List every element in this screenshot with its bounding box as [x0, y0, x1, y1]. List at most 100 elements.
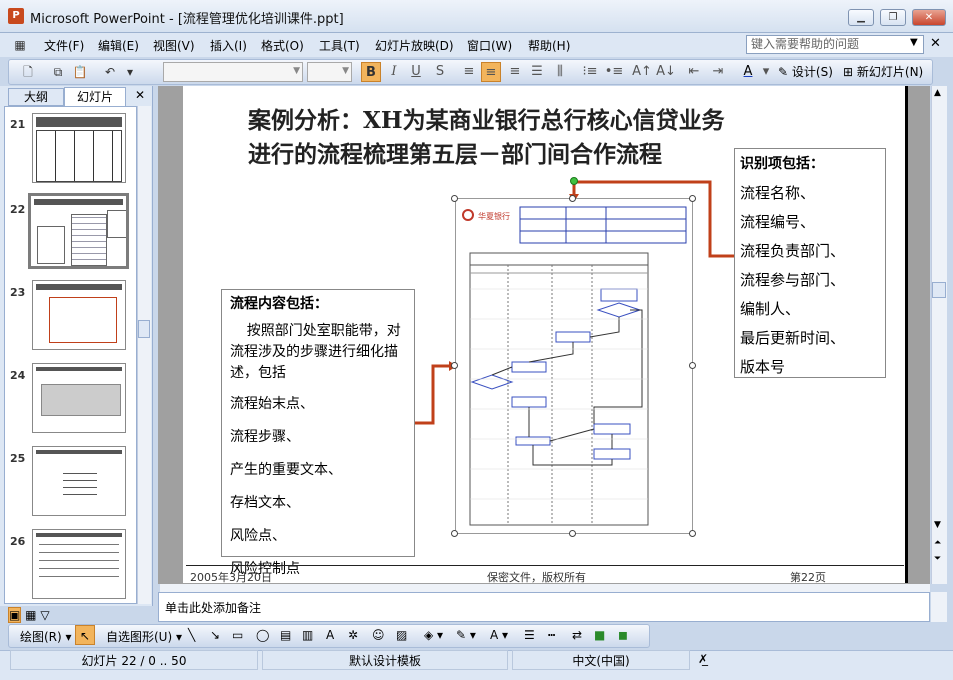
close-document-icon[interactable]: ✕ [930, 36, 941, 51]
resize-handle[interactable] [569, 195, 576, 202]
bold-button[interactable]: B [361, 62, 381, 82]
rectangle-icon[interactable]: ▭ [232, 628, 243, 642]
select-cursor-icon[interactable]: ↖ [75, 625, 95, 645]
align-right-icon[interactable]: ≡ [505, 62, 525, 82]
scrollbar-thumb[interactable] [138, 320, 150, 338]
scrollbar-thumb[interactable] [932, 282, 946, 298]
restore-icon[interactable]: ❐ [880, 9, 906, 26]
bullet-list-icon[interactable]: •≡ [604, 62, 624, 82]
flowchart-image[interactable]: 华夏银行 [455, 198, 693, 534]
menu-edit[interactable]: 编辑(E) [98, 37, 139, 54]
slide-thumbnail-21[interactable] [32, 113, 126, 183]
vertical-scrollbar[interactable] [931, 86, 947, 584]
font-color-icon[interactable]: A ▾ [490, 628, 508, 642]
menu-insert[interactable]: 插入(I) [210, 37, 247, 54]
line-icon[interactable]: ╲ [188, 628, 195, 642]
resize-handle[interactable] [451, 362, 458, 369]
diagram-icon[interactable]: ✲ [348, 628, 358, 642]
slide-thumbnail-25[interactable] [32, 446, 126, 516]
normal-view-icon[interactable]: ▣ [8, 607, 22, 623]
tab-outline[interactable]: 大纲 [8, 88, 64, 106]
slide-title[interactable]: 案例分析：XH为某商业银行总行核心信贷业务 进行的流程梳理第五层－部门间合作流程 [248, 104, 725, 172]
resize-handle[interactable] [451, 530, 458, 537]
next-slide-icon[interactable]: ⏷ [934, 554, 941, 564]
picture-icon[interactable]: ▨ [396, 628, 407, 642]
numbered-list-icon[interactable]: ⁝≡ [580, 62, 600, 82]
menu-help[interactable]: 帮助(H) [528, 37, 570, 54]
underline-button[interactable]: U [406, 62, 426, 82]
menu-slideshow[interactable]: 幻灯片放映(D) [375, 37, 454, 54]
menu-format[interactable]: 格式(O) [261, 37, 304, 54]
decrease-indent-icon[interactable]: ⇤ [684, 62, 704, 82]
slide-thumbnail-24[interactable] [32, 363, 126, 433]
slideshow-icon[interactable]: ▽ [40, 608, 49, 622]
minimize-icon[interactable]: ▁ [848, 9, 874, 26]
design-button[interactable]: ✎ 设计(S) [778, 63, 833, 80]
arrow-style-icon[interactable]: ⇄ [572, 628, 582, 642]
justify-icon[interactable]: ☰ [527, 62, 547, 82]
slide-thumbnail-22[interactable] [28, 193, 129, 269]
powerpoint-icon[interactable]: P [8, 8, 24, 24]
content-textbox[interactable]: 流程内容包括： 按照部门处室职能带，对流程涉及的步骤进行细化描述，包括 流程始末… [221, 289, 415, 577]
tab-slides[interactable]: 幻灯片 [64, 87, 126, 106]
chevron-down-icon[interactable]: ▾ [122, 64, 138, 80]
oval-icon[interactable]: ◯ [256, 628, 269, 642]
autoshapes-button[interactable]: 自选图形(U) ▾ [106, 628, 182, 645]
new-slide-button[interactable]: ⊞ 新幻灯片(N) [843, 63, 923, 80]
notes-input[interactable]: 单击此处添加备注 [158, 592, 930, 622]
clipart-icon[interactable]: ☺ [372, 628, 385, 642]
shadow-style-icon[interactable]: ■ [594, 628, 605, 642]
line-color-icon[interactable]: ✎ ▾ [456, 628, 476, 642]
font-color-icon[interactable]: A [738, 62, 758, 82]
draw-menu-button[interactable]: 绘图(R) ▾ [20, 628, 72, 645]
distribute-icon[interactable]: ⫼ [550, 62, 570, 82]
resize-handle[interactable] [689, 195, 696, 202]
italic-button[interactable]: I [384, 62, 404, 82]
align-center-icon[interactable]: ≡ [481, 62, 501, 82]
new-file-icon[interactable]: 🗋 [20, 64, 36, 80]
resize-handle[interactable] [689, 530, 696, 537]
increase-font-icon[interactable]: A↑ [632, 62, 652, 82]
identification-textbox[interactable]: 识别项包括： 流程名称、 流程编号、 流程负责部门、 流程参与部门、 编制人、 … [734, 148, 886, 378]
document-icon[interactable]: ▦ [12, 37, 28, 53]
menu-tools[interactable]: 工具(T) [319, 37, 360, 54]
copy-icon[interactable]: ⧉ [50, 64, 66, 80]
rotate-handle[interactable] [570, 177, 578, 185]
resize-handle[interactable] [569, 530, 576, 537]
font-size-select[interactable]: ▼ [307, 62, 352, 82]
slide-thumbnail-26[interactable] [32, 529, 126, 599]
resize-handle[interactable] [689, 362, 696, 369]
view-switcher[interactable]: ▣ ▦ ▽ [8, 607, 50, 623]
slide-sorter-icon[interactable]: ▦ [25, 608, 36, 622]
close-icon[interactable]: ✕ [135, 88, 145, 102]
vertical-textbox-icon[interactable]: ▥ [302, 628, 313, 642]
menu-window[interactable]: 窗口(W) [467, 37, 512, 54]
arrow-icon[interactable]: ↘ [210, 628, 220, 642]
scroll-down-icon[interactable]: ▼ [934, 520, 941, 530]
align-left-icon[interactable]: ≡ [459, 62, 479, 82]
paste-icon[interactable]: 📋 [72, 64, 88, 80]
notes-scrollbar[interactable] [931, 592, 947, 622]
menu-file[interactable]: 文件(F) [44, 37, 84, 54]
scroll-up-icon[interactable]: ▲ [934, 88, 941, 98]
menu-view[interactable]: 视图(V) [153, 37, 195, 54]
slide-thumbnail-23[interactable] [32, 280, 126, 350]
font-name-select[interactable]: ▼ [163, 62, 303, 82]
chevron-down-icon[interactable]: ▼ [910, 37, 918, 48]
line-style-icon[interactable]: ☰ [524, 628, 535, 642]
textbox-icon[interactable]: ▤ [280, 628, 291, 642]
resize-handle[interactable] [451, 195, 458, 202]
shadow-button[interactable]: S [430, 62, 450, 82]
fill-color-icon[interactable]: ◈ ▾ [424, 628, 443, 642]
spellcheck-icon[interactable]: ✗̲ [698, 652, 708, 666]
dash-style-icon[interactable]: ┅ [548, 628, 555, 642]
undo-icon[interactable]: ↶ [102, 64, 118, 80]
close-icon[interactable]: ✕ [912, 9, 946, 26]
3d-style-icon[interactable]: ◼ [618, 628, 628, 642]
chevron-down-icon[interactable]: ▾ [756, 62, 776, 82]
thumbnail-scrollbar[interactable] [137, 106, 151, 604]
help-search-input[interactable]: 键入需要帮助的问题 [746, 35, 924, 54]
previous-slide-icon[interactable]: ⏶ [934, 538, 941, 548]
decrease-font-icon[interactable]: A↓ [656, 62, 676, 82]
increase-indent-icon[interactable]: ⇥ [708, 62, 728, 82]
